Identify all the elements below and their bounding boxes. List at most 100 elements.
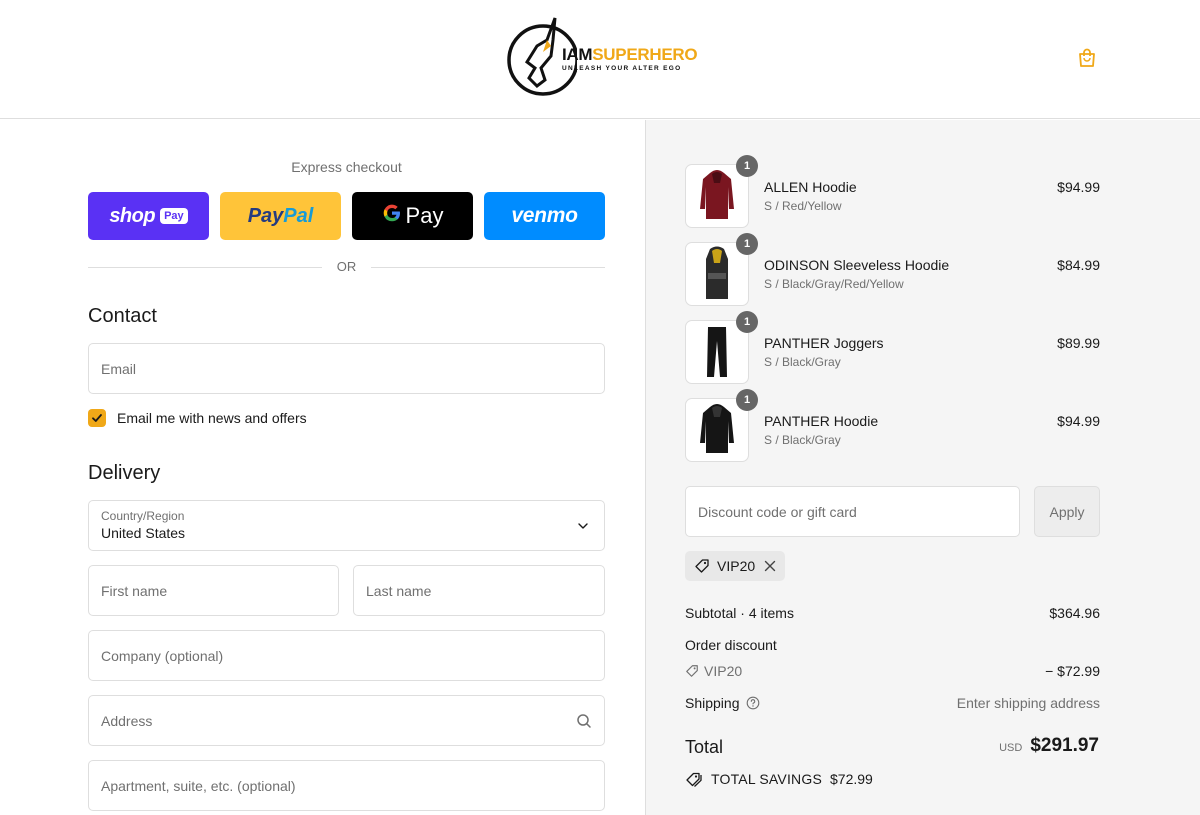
item-price: $89.99 [1057, 335, 1100, 351]
tag-icon [695, 559, 709, 573]
apartment-input[interactable] [89, 761, 604, 810]
close-icon [764, 560, 776, 572]
product-thumbnail: 1 [685, 389, 758, 462]
product-thumbnail: 1 [685, 155, 758, 228]
item-variant: S / Black/Gray/Red/Yellow [764, 277, 904, 291]
discount-code-row: VIP20 − $72.99 [685, 663, 1100, 683]
item-name: PANTHER Hoodie [764, 413, 879, 429]
item-name: ODINSON Sleeveless Hoodie [764, 257, 950, 273]
contact-heading: Contact [88, 305, 157, 327]
joggers-image [707, 327, 727, 377]
order-summary: 1 ALLEN Hoodie S / Red/Yellow $94.99 1 O… [645, 120, 1200, 815]
order-item: 1 PANTHER Joggers S / Black/Gray $89.99 [685, 311, 1100, 384]
country-label: Country/Region [101, 509, 185, 523]
shop-pay-button[interactable]: shop Pay [88, 192, 209, 240]
cart-button[interactable] [1074, 45, 1100, 71]
quantity-badge: 1 [736, 155, 758, 177]
savings-label: TOTAL SAVINGS [711, 771, 822, 787]
item-variant: S / Red/Yellow [764, 199, 842, 213]
paypal-button[interactable]: PayPal [220, 192, 341, 240]
order-discount-label: Order discount [685, 637, 777, 653]
newsletter-checkbox[interactable] [88, 409, 106, 427]
paypal-logo: PayPal [247, 204, 314, 227]
subtotal-row: Subtotal · 4 items $364.96 [685, 605, 1100, 625]
apartment-field[interactable] [88, 760, 605, 811]
order-item: 1 ODINSON Sleeveless Hoodie S / Black/Gr… [685, 233, 1100, 306]
express-payment-buttons: shop Pay PayPal Pay venmo [88, 192, 605, 240]
brand-logo[interactable]: IAMSUPERHERO UNLEASH YOUR ALTER EGO [507, 16, 698, 98]
product-thumbnail: 1 [685, 311, 758, 384]
email-field[interactable] [88, 343, 605, 394]
product-thumbnail: 1 [685, 233, 758, 306]
site-header: IAMSUPERHERO UNLEASH YOUR ALTER EGO [0, 0, 1200, 119]
applied-code-label: VIP20 [717, 558, 756, 574]
google-pay-button[interactable]: Pay [352, 192, 473, 240]
or-divider: OR [88, 258, 605, 278]
google-g-icon [382, 203, 402, 229]
newsletter-label[interactable]: Email me with news and offers [117, 410, 307, 426]
shipping-label-group: Shipping [685, 695, 760, 711]
discount-value: − $72.99 [1045, 663, 1100, 679]
shipping-value: Enter shipping address [956, 695, 1100, 711]
sleeveless-hoodie-image [706, 246, 728, 299]
shipping-row: Shipping Enter shipping address [685, 695, 1100, 715]
shipping-label: Shipping [685, 695, 740, 711]
company-field[interactable] [88, 630, 605, 681]
order-discount-row: Order discount [685, 637, 1100, 657]
item-variant: S / Black/Gray [764, 355, 841, 369]
country-value: United States [101, 525, 186, 541]
first-name-input[interactable] [89, 566, 338, 615]
total-value: $291.97 [1030, 735, 1099, 756]
quantity-badge: 1 [736, 233, 758, 255]
applied-discount-chip: VIP20 [685, 551, 786, 581]
venmo-logo: venmo [511, 204, 578, 227]
express-checkout-label: Express checkout [291, 159, 402, 175]
discount-code-field[interactable] [685, 486, 1020, 537]
newsletter-option: Email me with news and offers [88, 408, 307, 428]
address-field[interactable] [88, 695, 605, 746]
email-input[interactable] [89, 344, 604, 393]
shop-pay-logo: shop [109, 204, 156, 227]
remove-discount-button[interactable] [764, 560, 776, 572]
last-name-input[interactable] [354, 566, 604, 615]
tags-icon [686, 772, 702, 787]
subtotal-label: Subtotal · 4 items [685, 605, 794, 621]
item-price: $94.99 [1057, 179, 1100, 195]
total-label: Total [685, 737, 724, 757]
quantity-badge: 1 [736, 311, 758, 333]
discount-code-input[interactable] [686, 487, 1019, 536]
checkmark-icon [92, 414, 102, 422]
help-circle-icon[interactable] [746, 696, 760, 710]
item-name: PANTHER Joggers [764, 335, 884, 351]
shopping-bag-icon [1079, 48, 1095, 67]
quantity-badge: 1 [736, 389, 758, 411]
hoodie-image [700, 170, 734, 219]
total-savings: TOTAL SAVINGS $72.99 [685, 771, 873, 787]
item-price: $84.99 [1057, 257, 1100, 273]
apply-discount-button[interactable]: Apply [1034, 486, 1100, 537]
country-select[interactable]: Country/Region United States [88, 500, 605, 551]
item-variant: S / Black/Gray [764, 433, 841, 447]
order-item: 1 PANTHER Hoodie S / Black/Gray $94.99 [685, 389, 1100, 462]
venmo-button[interactable]: venmo [484, 192, 605, 240]
order-item: 1 ALLEN Hoodie S / Red/Yellow $94.99 [685, 155, 1100, 228]
search-icon [576, 713, 592, 729]
first-name-field[interactable] [88, 565, 339, 616]
discount-code-detail: VIP20 [685, 663, 742, 679]
google-pay-logo: Pay [382, 203, 443, 229]
total-amount: USD $291.97 [999, 735, 1099, 757]
subtotal-value: $364.96 [1049, 605, 1100, 621]
company-input[interactable] [89, 631, 604, 680]
hoodie-image [700, 404, 734, 453]
tag-icon [686, 665, 698, 677]
divider-line-right [371, 267, 605, 268]
delivery-heading: Delivery [88, 462, 161, 484]
chevron-down-icon [576, 519, 592, 535]
last-name-field[interactable] [353, 565, 605, 616]
item-price: $94.99 [1057, 413, 1100, 429]
shop-pay-pill: Pay [160, 208, 188, 224]
brand-tagline: UNLEASH YOUR ALTER EGO [562, 65, 682, 72]
brand-name: IAMSUPERHERO [562, 45, 698, 64]
savings-value: $72.99 [830, 771, 873, 787]
address-input[interactable] [89, 696, 604, 745]
